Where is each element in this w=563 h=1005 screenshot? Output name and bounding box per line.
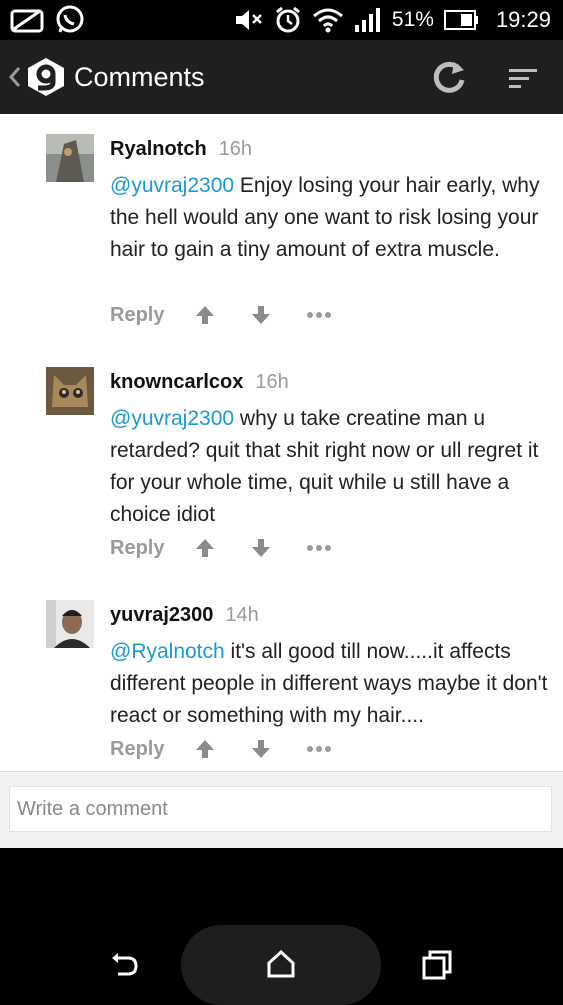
downvote-icon[interactable] — [250, 304, 272, 326]
comment-username[interactable]: yuvraj2300 — [110, 604, 213, 627]
wifi-icon — [312, 8, 343, 33]
downvote-icon[interactable] — [250, 738, 272, 760]
more-options-icon[interactable] — [306, 537, 332, 559]
notification-icon — [10, 9, 44, 33]
comment-actions: Reply — [110, 533, 366, 563]
reply-button[interactable]: Reply — [110, 537, 194, 560]
mention-link[interactable]: @yuvraj2300 — [110, 174, 234, 197]
upvote-icon[interactable] — [194, 537, 216, 559]
comment-body: @Ryalnotch it's all good till now.....it… — [110, 636, 550, 732]
comment-username[interactable]: Ryalnotch — [110, 138, 207, 161]
mention-link[interactable]: @yuvraj2300 — [110, 407, 234, 430]
navigation-bar — [0, 920, 563, 1005]
back-chevron-icon[interactable] — [8, 66, 22, 88]
signal-icon — [354, 8, 380, 32]
comment-body: @yuvraj2300 why u take creatine man u re… — [110, 403, 550, 531]
mention-link[interactable]: @Ryalnotch — [110, 640, 225, 663]
alarm-icon — [275, 6, 300, 33]
upvote-icon[interactable] — [194, 738, 216, 760]
comment-time: 14h — [225, 604, 259, 626]
mute-icon — [235, 10, 262, 30]
comment-username[interactable]: knowncarlcox — [110, 371, 243, 394]
comment-actions: Reply — [110, 300, 366, 330]
comment-body: @yuvraj2300 Enjoy losing your hair early… — [110, 170, 550, 266]
refresh-icon[interactable] — [430, 58, 468, 96]
sort-icon[interactable] — [507, 67, 539, 91]
more-options-icon[interactable] — [306, 738, 332, 760]
clock: 19:29 — [495, 7, 551, 32]
downvote-icon[interactable] — [250, 537, 272, 559]
home-icon[interactable] — [265, 948, 297, 980]
comment-input[interactable] — [9, 786, 552, 832]
reply-button[interactable]: Reply — [110, 738, 194, 761]
more-options-icon[interactable] — [306, 304, 332, 326]
back-icon[interactable] — [108, 950, 140, 982]
whatsapp-icon — [56, 5, 84, 33]
app-bar: Comments — [0, 40, 563, 114]
comment-composer — [0, 771, 563, 848]
avatar[interactable] — [46, 600, 94, 648]
avatar[interactable] — [46, 367, 94, 415]
recent-apps-icon[interactable] — [422, 950, 452, 980]
battery-icon — [443, 10, 478, 30]
app-logo-icon[interactable] — [26, 57, 66, 97]
comments-list[interactable]: Ryalnotch 16h @yuvraj2300 Enjoy losing y… — [0, 114, 563, 771]
avatar[interactable] — [46, 134, 94, 182]
battery-percent: 51% — [391, 8, 434, 31]
comment-actions: Reply — [110, 734, 366, 764]
comment-time: 16h — [218, 138, 253, 160]
comment-time: 16h — [255, 371, 289, 393]
status-bar: 51% 19:29 — [0, 0, 563, 40]
reply-button[interactable]: Reply — [110, 304, 194, 327]
upvote-icon[interactable] — [194, 304, 216, 326]
page-title: Comments — [74, 62, 205, 92]
